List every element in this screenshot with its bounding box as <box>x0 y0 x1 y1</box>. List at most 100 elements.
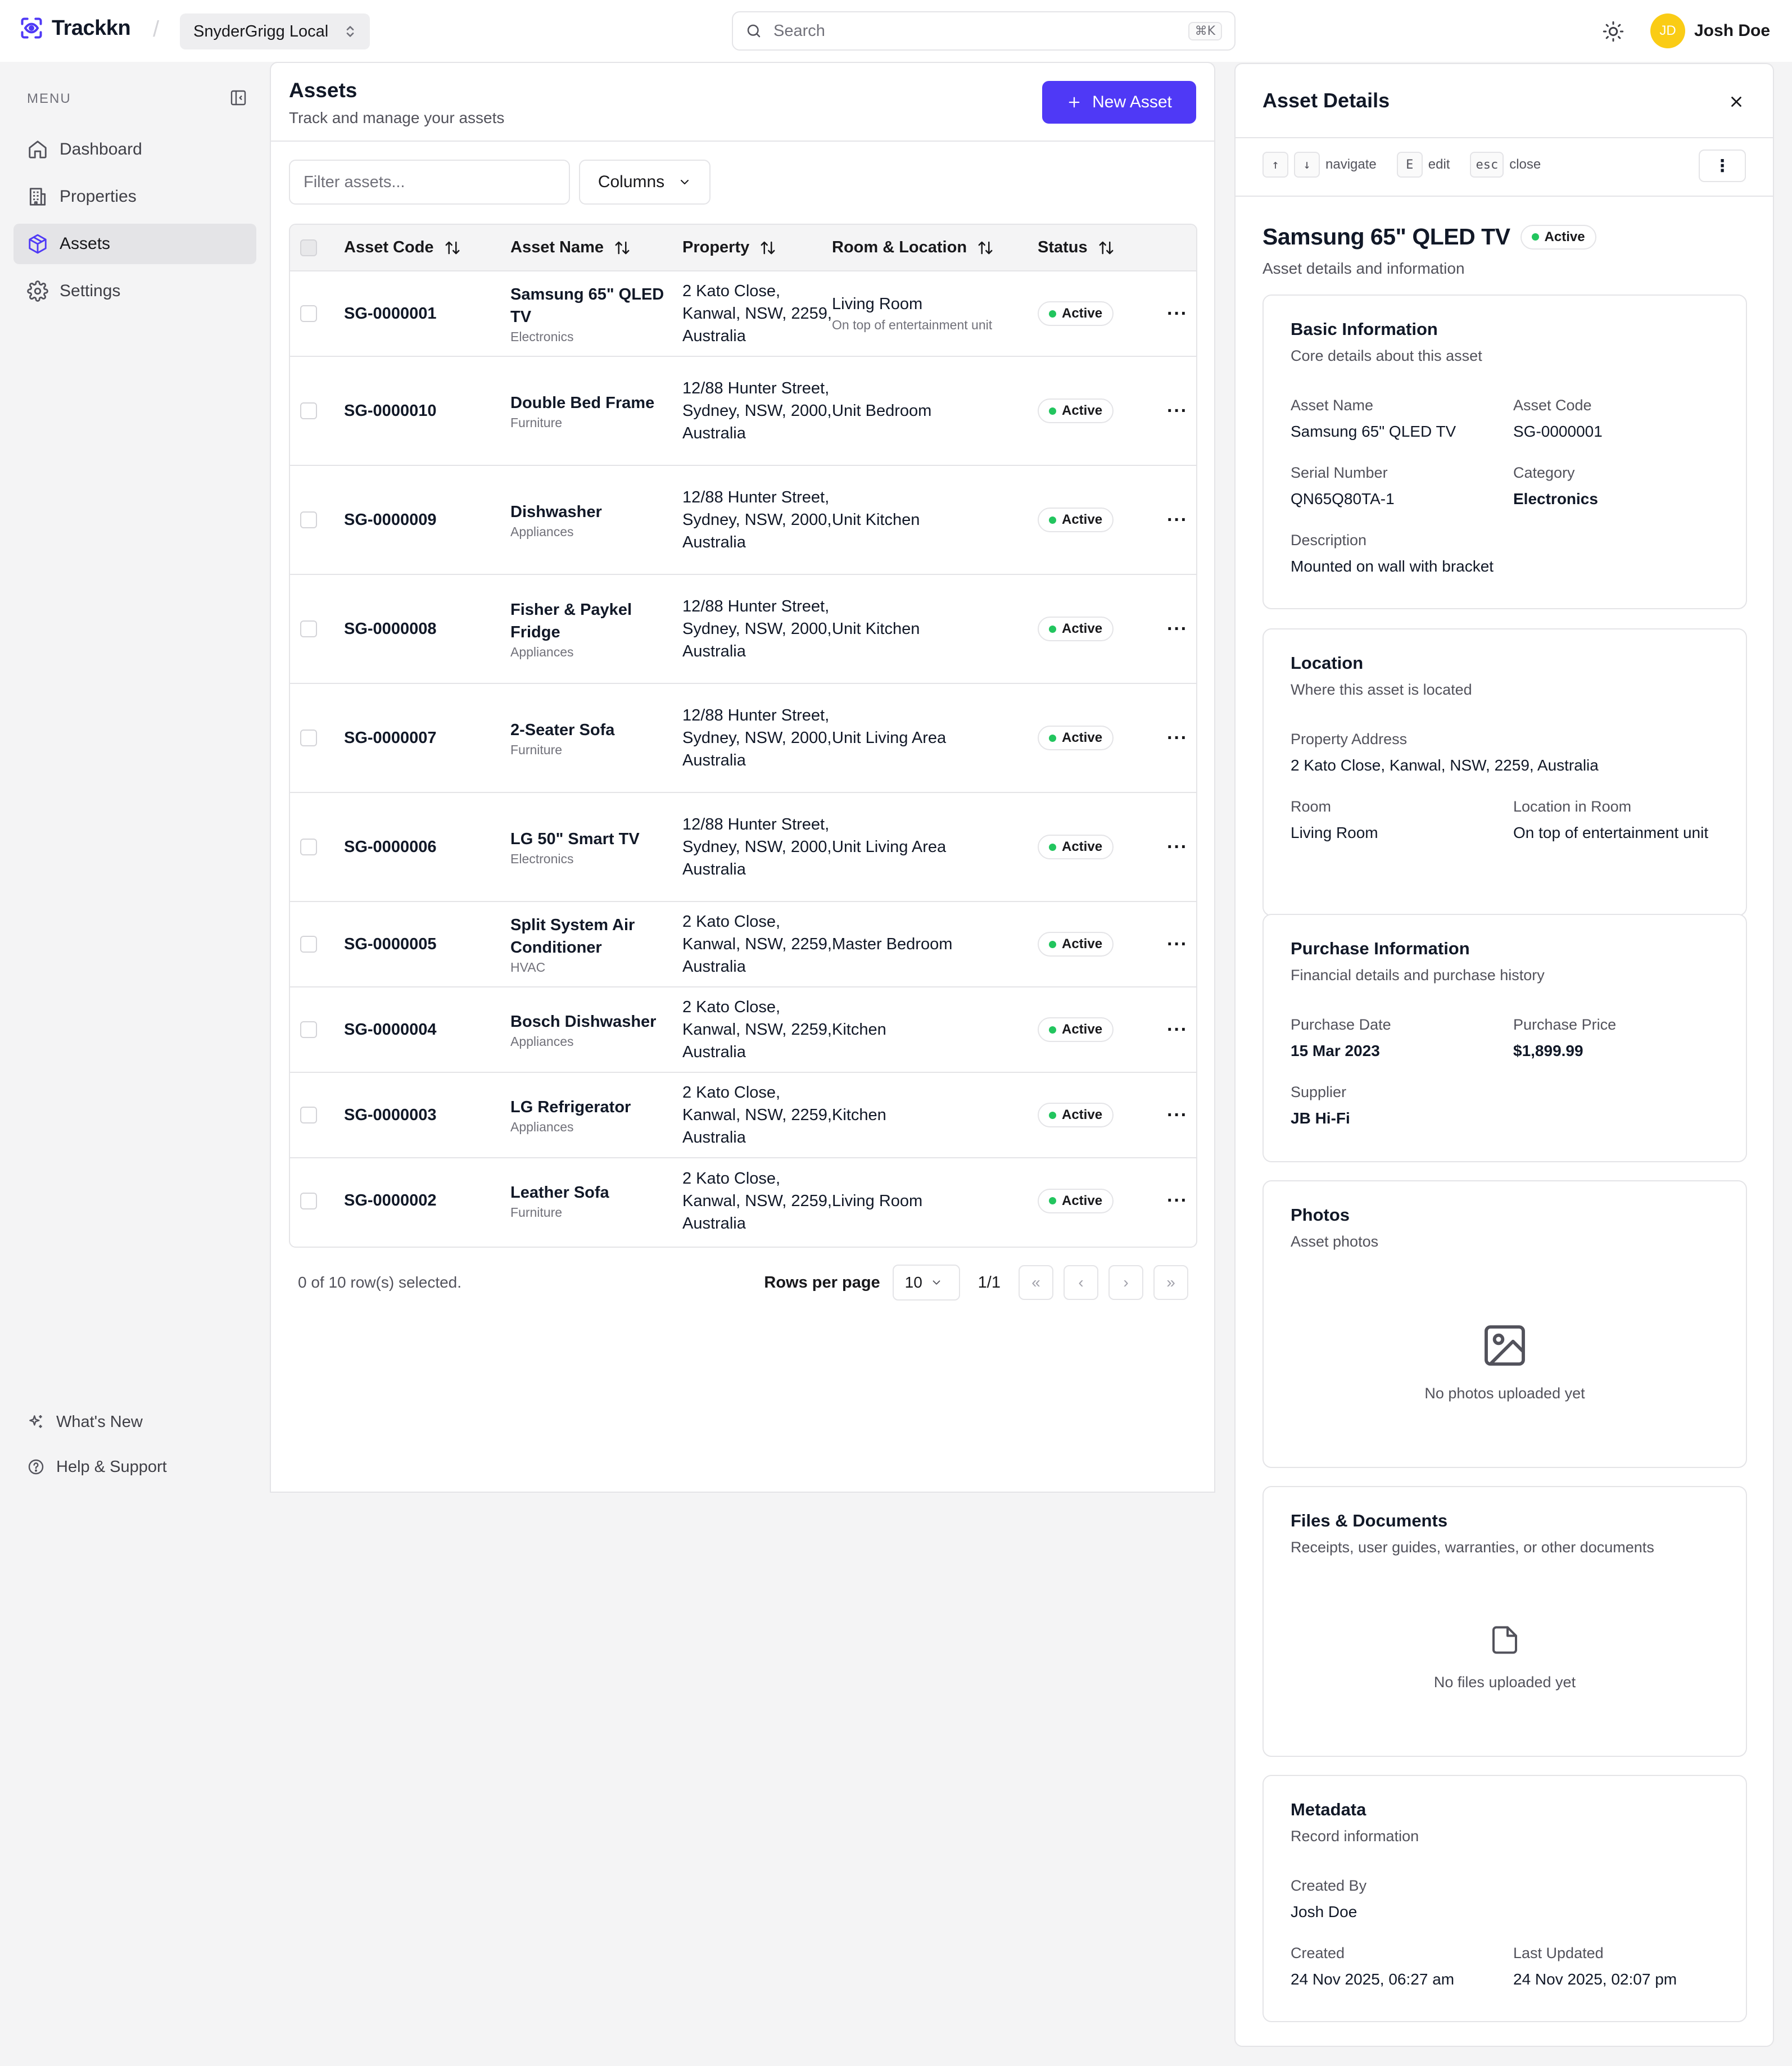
sidebar-item-assets[interactable]: Assets <box>13 224 256 264</box>
brand[interactable]: Trackkn <box>19 16 131 40</box>
room-name: Unit Living Area <box>832 729 947 747</box>
row-checkbox[interactable] <box>300 620 317 637</box>
sidebar-collapse-button[interactable] <box>229 89 247 107</box>
next-page-button[interactable]: › <box>1108 1265 1143 1300</box>
room-location: On top of entertainment unit <box>832 318 993 332</box>
row-actions-button[interactable]: ··· <box>1161 836 1188 858</box>
row-actions-button[interactable]: ··· <box>1161 303 1188 324</box>
row-checkbox[interactable] <box>300 730 317 746</box>
more-vertical-icon: ⋮ <box>1714 156 1731 175</box>
sidebar-item-label: Dashboard <box>60 140 142 158</box>
user-menu[interactable]: JD Josh Doe <box>1650 13 1770 48</box>
sparkles-icon <box>27 1413 45 1431</box>
row-checkbox[interactable] <box>300 305 317 322</box>
asset-title-row: Samsung 65" QLED TV Active <box>1262 224 1596 250</box>
property-address: 12/88 Hunter Street, Sydney, NSW, 2000, … <box>682 488 832 551</box>
global-search[interactable]: ⌘K <box>732 11 1236 51</box>
location-card: Location Where this asset is located Pro… <box>1262 628 1747 916</box>
property-address: 2 Kato Close, Kanwal, NSW, 2259, Austral… <box>682 282 832 345</box>
row-checkbox[interactable] <box>300 839 317 855</box>
row-checkbox[interactable] <box>300 936 317 953</box>
columns-button[interactable]: Columns <box>579 160 711 205</box>
status-dot <box>1049 940 1056 948</box>
row-actions-button[interactable]: ··· <box>1161 400 1188 422</box>
column-header-asset-code[interactable]: Asset Code <box>344 225 510 271</box>
row-checkbox[interactable] <box>300 402 317 419</box>
asset-code: SG-0000007 <box>344 728 437 747</box>
card-title: Files & Documents <box>1291 1511 1448 1530</box>
new-asset-button[interactable]: New Asset <box>1042 81 1196 124</box>
table-row[interactable]: SG-0000007 2-Seater Sofa Furniture 12/88 Hu… <box>290 683 1196 792</box>
org-name: SnyderGrigg Local <box>193 22 329 40</box>
column-header-room-location[interactable]: Room & Location <box>832 225 1038 271</box>
asset-name: 2-Seater Sofa <box>510 721 615 739</box>
details-title: Asset Details <box>1262 89 1390 112</box>
status-dot <box>1049 843 1056 851</box>
column-header-status[interactable]: Status <box>1038 225 1161 271</box>
org-switcher[interactable]: SnyderGrigg Local <box>180 13 370 49</box>
property-address: 12/88 Hunter Street, Sydney, NSW, 2000, … <box>682 597 832 660</box>
rows-per-page-select[interactable]: 10 <box>892 1265 960 1301</box>
details-more-button[interactable]: ⋮ <box>1699 149 1746 182</box>
row-actions-button[interactable]: ··· <box>1161 509 1188 531</box>
asset-name: Split System Air Conditioner <box>510 916 635 957</box>
last-page-button[interactable]: » <box>1153 1265 1188 1300</box>
column-header-property[interactable]: Property <box>682 225 832 271</box>
table-row[interactable]: SG-0000005 Split System Air Conditioner HV… <box>290 901 1196 987</box>
row-actions-button[interactable]: ··· <box>1161 727 1188 749</box>
sort-icon <box>1098 239 1115 256</box>
table-row[interactable]: SG-0000008 Fisher & Paykel Fridge Applianc… <box>290 574 1196 683</box>
asset-subtitle: Asset details and information <box>1262 260 1465 277</box>
row-actions-button[interactable]: ··· <box>1161 934 1188 955</box>
table-row[interactable]: SG-0000006 LG 50" Smart TV Electronics 12/8… <box>290 792 1196 901</box>
pagination: Rows per page 10 1/1 « ‹ › » <box>764 1265 1188 1301</box>
plus-icon <box>1066 94 1082 110</box>
column-header-asset-name[interactable]: Asset Name <box>510 225 682 271</box>
sidebar-item-properties[interactable]: Properties <box>13 176 256 217</box>
brand-name: Trackkn <box>52 16 131 40</box>
purchase-price-value: $1,899.99 <box>1513 1042 1583 1059</box>
table-row[interactable]: SG-0000009 Dishwasher Appliances 12/88 Hunt… <box>290 465 1196 574</box>
table-row[interactable]: SG-0000002 Leather Sofa Furniture 2 Kato Cl… <box>290 1157 1196 1243</box>
search-input[interactable] <box>773 21 1177 40</box>
table-row[interactable]: SG-0000003 LG Refrigerator Appliances 2 Kat… <box>290 1072 1196 1158</box>
menu-label: MENU <box>27 91 71 106</box>
serial-number-label: Serial Number <box>1291 464 1388 481</box>
sort-icon <box>614 239 631 256</box>
assets-panel: Assets Track and manage your assets New … <box>270 62 1215 1493</box>
row-actions-button[interactable]: ··· <box>1161 1190 1188 1211</box>
close-details-button[interactable] <box>1728 93 1745 110</box>
filter-assets-input[interactable] <box>289 160 570 205</box>
table-row[interactable]: SG-0000010 Double Bed Frame Furniture 12/88… <box>290 356 1196 465</box>
row-checkbox[interactable] <box>300 1192 317 1209</box>
row-actions-button[interactable]: ··· <box>1161 618 1188 640</box>
card-title: Metadata <box>1291 1800 1366 1819</box>
asset-name: Bosch Dishwasher <box>510 1012 657 1031</box>
asset-details-panel: Asset Details ↑ ↓ navigate E edit esc cl… <box>1234 63 1774 2047</box>
asset-name: Leather Sofa <box>510 1184 609 1202</box>
purchase-date-label: Purchase Date <box>1291 1016 1391 1033</box>
first-page-button[interactable]: « <box>1019 1265 1053 1300</box>
assets-header: Assets Track and manage your assets <box>289 79 504 127</box>
help-support-link[interactable]: Help & Support <box>27 1456 167 1478</box>
select-all-checkbox[interactable] <box>300 239 317 256</box>
row-checkbox[interactable] <box>300 1021 317 1038</box>
property-address-value: 2 Kato Close, Kanwal, NSW, 2259, Austral… <box>1291 756 1599 774</box>
theme-toggle-button[interactable] <box>1602 20 1624 43</box>
previous-page-button[interactable]: ‹ <box>1064 1265 1098 1300</box>
row-actions-button[interactable]: ··· <box>1161 1019 1188 1040</box>
status-dot <box>1049 734 1056 742</box>
sidebar-item-settings[interactable]: Settings <box>13 271 256 311</box>
purchase-price-label: Purchase Price <box>1513 1016 1617 1033</box>
sort-icon <box>444 239 461 256</box>
status-dot <box>1049 625 1056 633</box>
sidebar-item-dashboard[interactable]: Dashboard <box>13 129 256 170</box>
row-checkbox[interactable] <box>300 1107 317 1123</box>
room-name: Kitchen <box>832 1106 886 1124</box>
created-value: 24 Nov 2025, 06:27 am <box>1291 1970 1455 1988</box>
table-row[interactable]: SG-0000001 Samsung 65" QLED TV Electronics… <box>290 270 1196 356</box>
row-checkbox[interactable] <box>300 511 317 528</box>
row-actions-button[interactable]: ··· <box>1161 1104 1188 1126</box>
whats-new-link[interactable]: What's New <box>27 1411 167 1433</box>
table-row[interactable]: SG-0000004 Bosch Dishwasher Appliances 2 Ka… <box>290 986 1196 1072</box>
